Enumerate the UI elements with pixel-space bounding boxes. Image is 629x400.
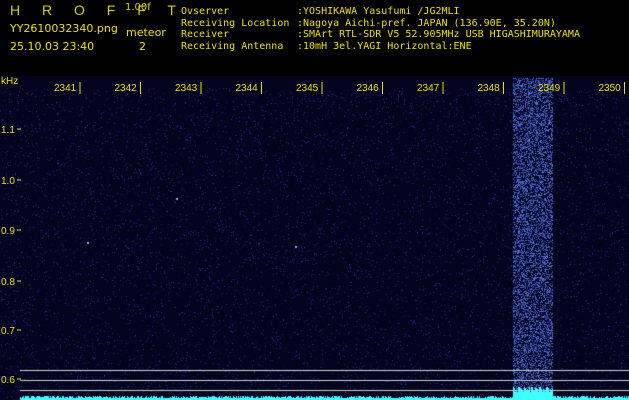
header-panel: H R O F F T 1.00f YY2610032340.png meteo… xyxy=(0,0,629,76)
datetime-label: 25.10.03 23:40 xyxy=(10,40,95,53)
x-tick-label: 2342 xyxy=(115,83,138,94)
station-value: :10mH 3el.YAGI Horizontal:ENE xyxy=(297,40,472,52)
app-name: H R O F F T xyxy=(10,2,185,18)
station-value: :YOSHIKAWA Yasufumi /JG2MLI xyxy=(297,6,460,17)
spectrogram-plot: kHz 2341 2342 2343 2344 2345 2346 2347 2348 2349 2… xyxy=(0,76,629,400)
station-row-receiver: Receiver :SMArt RTL-SDR V5 52.905MHz USB… xyxy=(181,29,580,41)
meteor-label: meteor xyxy=(126,26,166,39)
station-row-observer: Ovserver :YOSHIKAWA Yasufumi /JG2MLI xyxy=(181,6,580,18)
version-label: 1.00f xyxy=(125,2,151,13)
x-tick-label: 2345 xyxy=(296,83,319,94)
x-tick-label: 2347 xyxy=(417,83,440,94)
x-tick-label: 2348 xyxy=(478,83,501,94)
station-value: :Nagoya Aichi-pref. JAPAN (136.90E, 35.2… xyxy=(297,17,556,29)
x-tick-label: 2350 xyxy=(599,83,622,94)
station-key: Receiving Antenna xyxy=(181,40,284,52)
station-key: Ovserver xyxy=(181,6,230,17)
y-tick-label: 1.1 xyxy=(1,125,15,136)
y-axis-unit: kHz xyxy=(1,76,18,87)
station-value: :SMArt RTL-SDR V5 52.905MHz USB HIGASHIM… xyxy=(297,29,580,40)
y-tick-label: 0.8 xyxy=(1,277,15,288)
station-info: Ovserver :YOSHIKAWA Yasufumi /JG2MLI Rec… xyxy=(181,6,580,52)
x-tick-label: 2343 xyxy=(175,83,198,94)
y-tick-label: 0.7 xyxy=(1,326,15,337)
x-tick-label: 2344 xyxy=(236,83,259,94)
y-tick-label: 0.6 xyxy=(1,375,15,386)
station-row-antenna: Receiving Antenna :10mH 3el.YAGI Horizon… xyxy=(181,41,580,53)
meteor-count: 2 xyxy=(139,40,146,53)
x-tick-label: 2346 xyxy=(357,83,380,94)
station-key: Receiving Location xyxy=(181,17,290,29)
station-row-location: Receiving Location :Nagoya Aichi-pref. J… xyxy=(181,18,580,30)
y-tick-label: 1.0 xyxy=(1,176,15,187)
station-key: Receiver xyxy=(181,29,230,40)
spectrogram-axes: kHz 2341 2342 2343 2344 2345 2346 2347 2348 2349 2… xyxy=(1,76,625,386)
x-tick-label: 2341 xyxy=(54,83,77,94)
x-tick-label: 2349 xyxy=(538,83,561,94)
y-tick-label: 0.9 xyxy=(1,226,15,237)
filename-label: YY2610032340.png xyxy=(10,22,118,35)
